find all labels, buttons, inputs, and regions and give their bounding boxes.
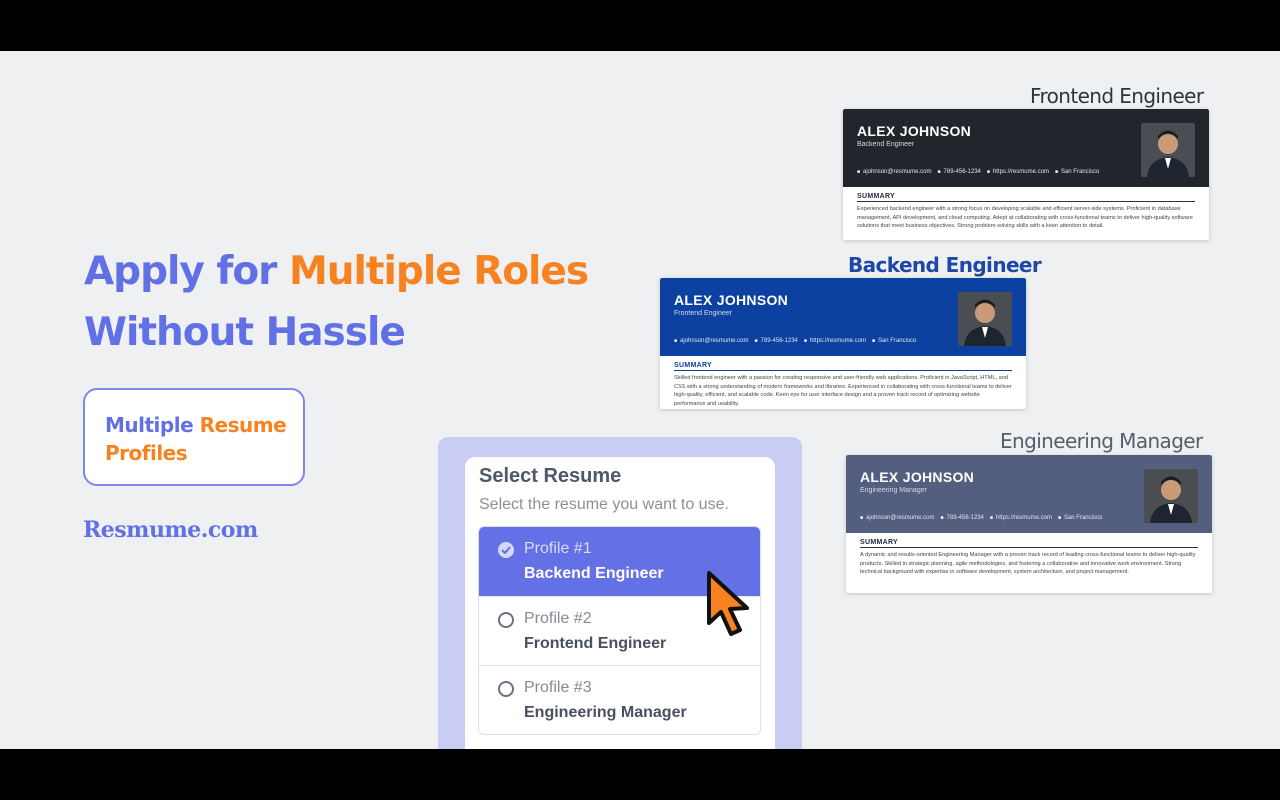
resume-label-2: Backend Engineer [848, 253, 1042, 277]
resume-preview-1[interactable]: ALEX JOHNSON Backend Engineer ajohnson@r… [843, 109, 1209, 240]
resume-name: ALEX JOHNSON [860, 469, 975, 485]
email: ajohnson@resmume.com [674, 338, 748, 344]
headline-text-2: Without Hassle [84, 310, 406, 355]
resume-name: ALEX JOHNSON [857, 123, 972, 139]
website: https://resmume.com [804, 338, 866, 344]
website: https://resmume.com [987, 169, 1049, 175]
brand-name: Resmume.com [83, 517, 258, 543]
phone: 789-456-1234 [754, 338, 798, 344]
profile-option-3[interactable]: Profile #3 Engineering Manager [479, 665, 760, 734]
profile-role: Backend Engineer [524, 565, 664, 582]
email: ajohnson@resmume.com [860, 515, 934, 521]
resume-body: SUMMARY A dynamic and results-oriented E… [846, 533, 1212, 577]
summary-text: A dynamic and results-oriented Engineeri… [860, 552, 1196, 576]
location: San Francisco [1055, 169, 1099, 175]
avatar [1141, 123, 1195, 177]
headline-accent: Multiple Roles [288, 249, 589, 294]
resume-title: Backend Engineer [857, 141, 915, 148]
promo-canvas: Apply for Multiple Roles Without Hassle … [0, 51, 1280, 749]
pill-text-2: Profiles [105, 441, 188, 465]
profile-number: Profile #3 [524, 679, 592, 696]
resume-name: ALEX JOHNSON [674, 292, 789, 308]
profile-number: Profile #2 [524, 610, 592, 627]
resume-header: ALEX JOHNSON Engineering Manager ajohnso… [846, 455, 1212, 533]
resume-header: ALEX JOHNSON Frontend Engineer ajohnson@… [660, 278, 1026, 356]
resume-body: SUMMARY Experienced backend engineer wit… [843, 187, 1209, 231]
summary-text: Skilled frontend engineer with a passion… [674, 375, 1012, 407]
location: San Francisco [872, 338, 916, 344]
resume-title: Frontend Engineer [674, 310, 732, 317]
radio-icon [498, 612, 514, 628]
resume-preview-2[interactable]: ALEX JOHNSON Frontend Engineer ajohnson@… [660, 278, 1026, 409]
avatar [1144, 469, 1198, 523]
phone: 789-456-1234 [937, 169, 981, 175]
summary-heading: SUMMARY [857, 193, 1195, 202]
website: https://resmume.com [990, 515, 1052, 521]
hero-headline: Apply for Multiple Roles Without Hassle [84, 241, 644, 363]
card-subtitle: Select the resume you want to use. [479, 496, 729, 513]
profile-role: Engineering Manager [524, 704, 687, 721]
summary-text: Experienced backend engineer with a stro… [857, 206, 1193, 230]
feature-pill: Multiple Resume Profiles [83, 388, 305, 486]
profile-role: Frontend Engineer [524, 635, 667, 652]
resume-contacts: ajohnson@resmume.com 789-456-1234 https:… [860, 515, 1102, 521]
summary-heading: SUMMARY [860, 539, 1198, 548]
avatar [958, 292, 1012, 346]
radio-icon [498, 681, 514, 697]
pill-text-1: Multiple [105, 413, 200, 437]
resume-header: ALEX JOHNSON Backend Engineer ajohnson@r… [843, 109, 1209, 187]
card-title: Select Resume [479, 465, 622, 487]
resume-label-1: Frontend Engineer [1030, 84, 1204, 108]
email: ajohnson@resmume.com [857, 169, 931, 175]
resume-contacts: ajohnson@resmume.com 789-456-1234 https:… [674, 338, 916, 344]
phone: 789-456-1234 [940, 515, 984, 521]
resume-preview-3[interactable]: ALEX JOHNSON Engineering Manager ajohnso… [846, 455, 1212, 593]
pill-accent: Resume [199, 413, 287, 437]
check-circle-icon [498, 542, 514, 558]
profile-number: Profile #1 [524, 540, 592, 557]
resume-body: SUMMARY Skilled frontend engineer with a… [660, 356, 1026, 408]
location: San Francisco [1058, 515, 1102, 521]
resume-title: Engineering Manager [860, 487, 927, 494]
resume-contacts: ajohnson@resmume.com 789-456-1234 https:… [857, 169, 1099, 175]
resume-label-3: Engineering Manager [1000, 429, 1203, 453]
mouse-pointer-icon [707, 571, 749, 636]
headline-text-1: Apply for [84, 249, 289, 294]
summary-heading: SUMMARY [674, 362, 1012, 371]
